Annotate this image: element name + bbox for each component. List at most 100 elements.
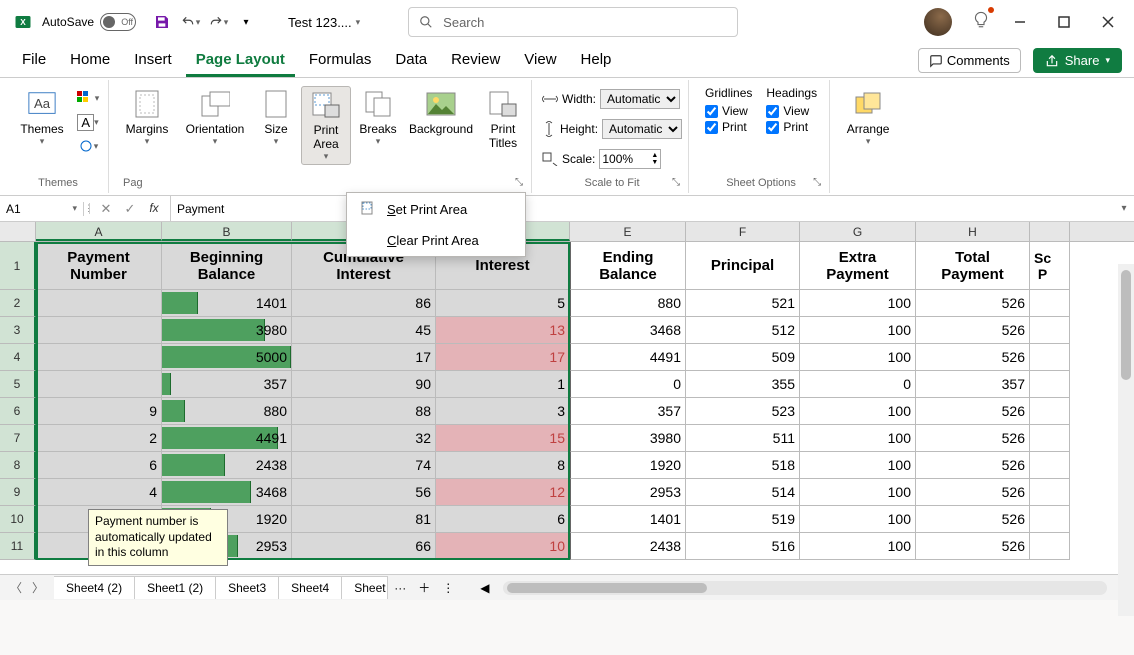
cell[interactable]: 2953 xyxy=(570,479,686,506)
row-header[interactable]: 9 xyxy=(0,479,36,506)
header-cell[interactable]: EndingBalance xyxy=(570,242,686,290)
cell[interactable]: 4491 xyxy=(570,344,686,371)
cell[interactable]: 511 xyxy=(686,425,800,452)
cell[interactable]: 86 xyxy=(292,290,436,317)
headings-view-checkbox[interactable]: View xyxy=(766,104,817,118)
search-box[interactable]: Search xyxy=(408,7,738,37)
set-print-area-item[interactable]: Set Print Area xyxy=(347,193,525,225)
sheet-options-launcher[interactable]: ⤡ xyxy=(813,177,827,191)
cell[interactable]: 526 xyxy=(916,398,1030,425)
header-cell[interactable]: TotalPayment xyxy=(916,242,1030,290)
row-header[interactable]: 2 xyxy=(0,290,36,317)
cell[interactable]: 56 xyxy=(292,479,436,506)
cell[interactable]: 357 xyxy=(162,371,292,398)
print-titles-button[interactable]: Print Titles xyxy=(481,86,525,152)
tab-home[interactable]: Home xyxy=(60,45,120,76)
row-header[interactable]: 4 xyxy=(0,344,36,371)
tab-data[interactable]: Data xyxy=(385,45,437,76)
cell[interactable] xyxy=(1030,533,1070,560)
cell[interactable]: 512 xyxy=(686,317,800,344)
row-header[interactable]: 7 xyxy=(0,425,36,452)
cell[interactable]: 13 xyxy=(436,317,570,344)
row-header-1[interactable]: 1 xyxy=(0,242,36,290)
cell[interactable]: 100 xyxy=(800,290,916,317)
cell[interactable]: 74 xyxy=(292,452,436,479)
cell[interactable]: 10 xyxy=(436,533,570,560)
cell[interactable] xyxy=(1030,425,1070,452)
cell[interactable]: 518 xyxy=(686,452,800,479)
cell[interactable]: 15 xyxy=(436,425,570,452)
cell[interactable]: 100 xyxy=(800,452,916,479)
sheet-prev-button[interactable]: 〈 xyxy=(10,579,22,596)
cell[interactable]: 519 xyxy=(686,506,800,533)
cell[interactable]: 81 xyxy=(292,506,436,533)
cell[interactable] xyxy=(1030,452,1070,479)
cell[interactable]: 6 xyxy=(36,452,162,479)
cell[interactable]: 526 xyxy=(916,290,1030,317)
cell[interactable] xyxy=(36,344,162,371)
cell[interactable]: 3980 xyxy=(162,317,292,344)
tab-page-layout[interactable]: Page Layout xyxy=(186,45,295,77)
sheet-tab[interactable]: Sheet4 xyxy=(279,576,342,599)
cell[interactable]: 6 xyxy=(436,506,570,533)
cell[interactable]: 2438 xyxy=(162,452,292,479)
cell[interactable]: 514 xyxy=(686,479,800,506)
cell[interactable]: 355 xyxy=(686,371,800,398)
tab-review[interactable]: Review xyxy=(441,45,510,76)
row-header[interactable]: 6 xyxy=(0,398,36,425)
cell[interactable]: 526 xyxy=(916,425,1030,452)
arrange-button[interactable]: Arrange▾ xyxy=(840,86,896,149)
header-cell[interactable]: BeginningBalance xyxy=(162,242,292,290)
cell[interactable]: 880 xyxy=(162,398,292,425)
cell[interactable]: 4 xyxy=(36,479,162,506)
row-header[interactable]: 5 xyxy=(0,371,36,398)
cell[interactable]: 1 xyxy=(436,371,570,398)
width-select[interactable]: Automatic xyxy=(600,89,680,109)
height-select[interactable]: Automatic xyxy=(602,119,682,139)
share-button[interactable]: Share▾ xyxy=(1033,48,1122,73)
headings-print-checkbox[interactable]: Print xyxy=(766,120,817,134)
cell[interactable]: 526 xyxy=(916,479,1030,506)
cell[interactable]: 5000 xyxy=(162,344,292,371)
tab-view[interactable]: View xyxy=(514,45,566,76)
col-header-g[interactable]: G xyxy=(800,222,916,241)
header-cell[interactable]: ExtraPayment xyxy=(800,242,916,290)
close-button[interactable] xyxy=(1086,7,1130,37)
undo-button[interactable]: ▾ xyxy=(176,8,204,36)
header-cell[interactable]: ScP xyxy=(1030,242,1070,290)
comments-button[interactable]: Comments xyxy=(918,48,1021,73)
cell[interactable] xyxy=(36,317,162,344)
maximize-button[interactable] xyxy=(1042,7,1086,37)
save-button[interactable] xyxy=(148,8,176,36)
cell[interactable]: 9 xyxy=(36,398,162,425)
cell[interactable]: 100 xyxy=(800,425,916,452)
formula-input[interactable]: Payment xyxy=(171,202,1114,216)
file-name[interactable]: Test 123....▾ xyxy=(280,11,368,34)
col-header-h[interactable]: H xyxy=(916,222,1030,241)
scale-spinner[interactable]: 100%▲▼ xyxy=(599,149,661,169)
sheet-tab[interactable]: Sheet xyxy=(342,576,388,599)
horizontal-scrollbar[interactable] xyxy=(503,581,1106,595)
new-sheet-button[interactable]: ＋ xyxy=(412,579,436,596)
cell[interactable]: 88 xyxy=(292,398,436,425)
cell[interactable]: 1401 xyxy=(162,290,292,317)
cell[interactable]: 521 xyxy=(686,290,800,317)
cell[interactable]: 2 xyxy=(36,425,162,452)
cell[interactable] xyxy=(36,371,162,398)
cell[interactable]: 357 xyxy=(916,371,1030,398)
cell[interactable] xyxy=(1030,290,1070,317)
cell[interactable]: 45 xyxy=(292,317,436,344)
redo-button[interactable]: ▾ xyxy=(204,8,232,36)
clear-print-area-item[interactable]: Clear Print Area xyxy=(347,225,525,256)
sheet-tab[interactable]: Sheet3 xyxy=(216,576,279,599)
theme-effects-button[interactable]: ▾ xyxy=(74,134,102,158)
print-area-button[interactable]: Print Area▾ xyxy=(301,86,351,165)
col-header-a[interactable]: A xyxy=(36,222,162,241)
cell[interactable]: 3468 xyxy=(162,479,292,506)
sheet-tab[interactable]: Sheet4 (2) xyxy=(54,576,135,599)
insert-function-button[interactable]: fx xyxy=(142,201,166,217)
user-avatar[interactable] xyxy=(924,8,952,36)
cell[interactable]: 4491 xyxy=(162,425,292,452)
cell[interactable]: 100 xyxy=(800,533,916,560)
sheet-tab[interactable]: Sheet1 (2) xyxy=(135,576,216,599)
